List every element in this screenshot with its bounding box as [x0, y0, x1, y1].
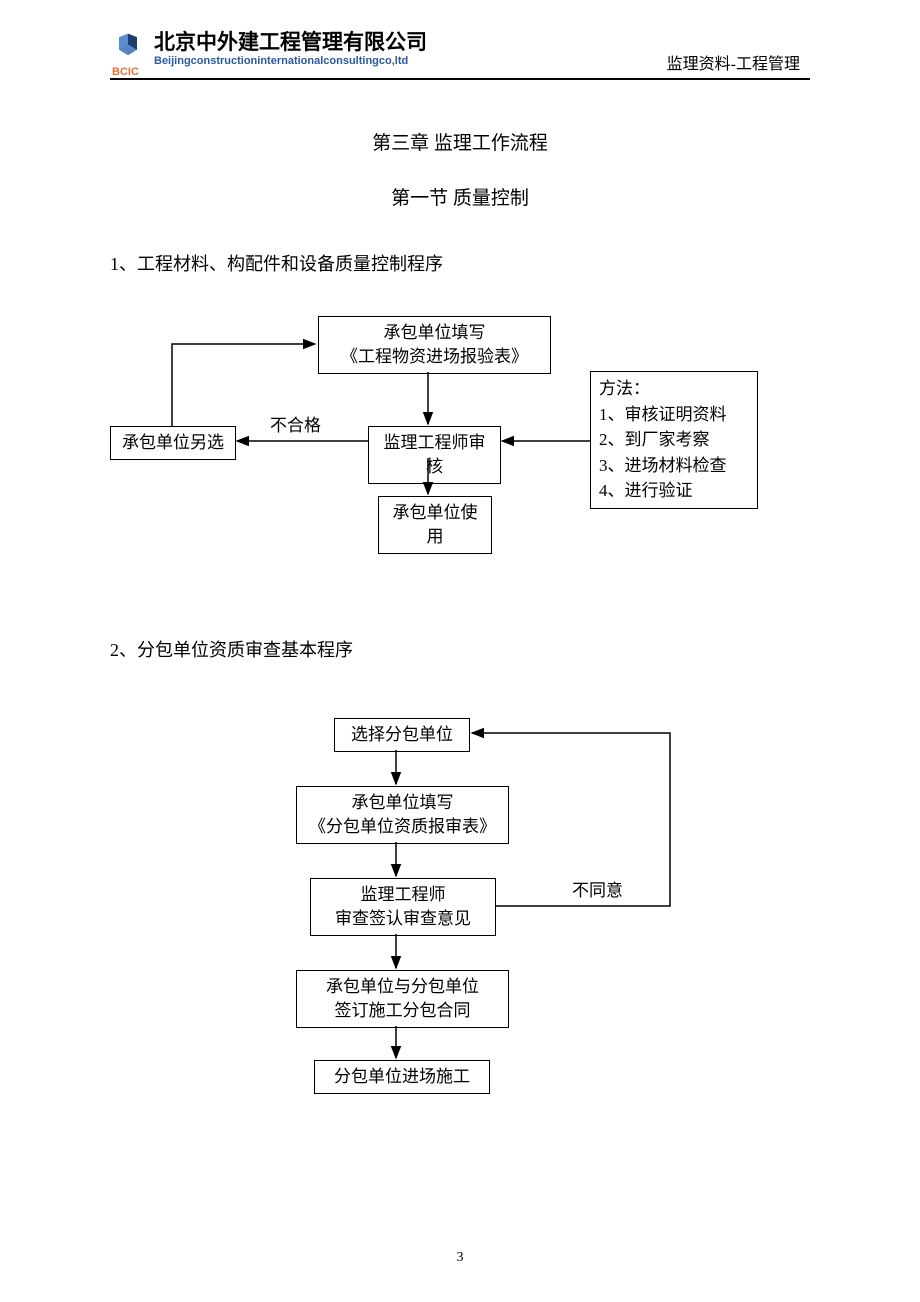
bcic-label: BCIC [112, 66, 139, 78]
d2-box-review: 监理工程师 审查签认审查意见 [310, 878, 496, 936]
d1-method-3: 3、进场材料检查 [599, 453, 749, 479]
d1-fail-label: 不合格 [270, 411, 321, 436]
d1-box-use: 承包单位使用 [378, 496, 492, 554]
d2-box-form: 承包单位填写 《分包单位资质报审表》 [296, 786, 509, 844]
page-number: 3 [0, 1250, 920, 1266]
company-text: 北京中外建工程管理有限公司 Beijingconstructioninterna… [154, 30, 427, 68]
company-logo-icon [110, 30, 146, 66]
d1-box-methods: 方法： 1、审核证明资料 2、到厂家考察 3、进场材料检查 4、进行验证 [590, 371, 758, 509]
header-right-label: 监理资料-工程管理 [667, 30, 810, 74]
d1-method-1: 1、审核证明资料 [599, 402, 749, 428]
logo-block: 北京中外建工程管理有限公司 Beijingconstructioninterna… [110, 30, 427, 68]
company-name-cn: 北京中外建工程管理有限公司 [154, 30, 427, 55]
flowchart-2: 选择分包单位 承包单位填写 《分包单位资质报审表》 监理工程师 审查签认审查意见… [110, 718, 810, 1098]
document-header: 北京中外建工程管理有限公司 Beijingconstructioninterna… [110, 30, 810, 80]
d1-box-alt: 承包单位另选 [110, 426, 236, 460]
flowchart-1: 承包单位填写 《工程物资进场报验表》 监理工程师审核 承包单位使用 承包单位另选… [110, 316, 810, 546]
d1-box-fillform: 承包单位填写 《工程物资进场报验表》 [318, 316, 551, 374]
chapter-title: 第三章 监理工作流程 [110, 128, 810, 155]
section-title: 第一节 质量控制 [110, 183, 810, 210]
d1-method-title: 方法： [599, 376, 749, 402]
d2-disagree-label: 不同意 [572, 876, 623, 901]
d2-box-select: 选择分包单位 [334, 718, 470, 752]
company-name-en: Beijingconstructioninternationalconsulti… [154, 55, 427, 68]
d1-method-2: 2、到厂家考察 [599, 427, 749, 453]
d1-box-review: 监理工程师审核 [368, 426, 501, 484]
d2-box-enter: 分包单位进场施工 [314, 1060, 490, 1094]
d2-box-contract: 承包单位与分包单位 签订施工分包合同 [296, 970, 509, 1028]
item-1-heading: 1、工程材料、构配件和设备质量控制程序 [110, 250, 810, 276]
item-2-heading: 2、分包单位资质审查基本程序 [110, 636, 810, 662]
d1-method-4: 4、进行验证 [599, 478, 749, 504]
